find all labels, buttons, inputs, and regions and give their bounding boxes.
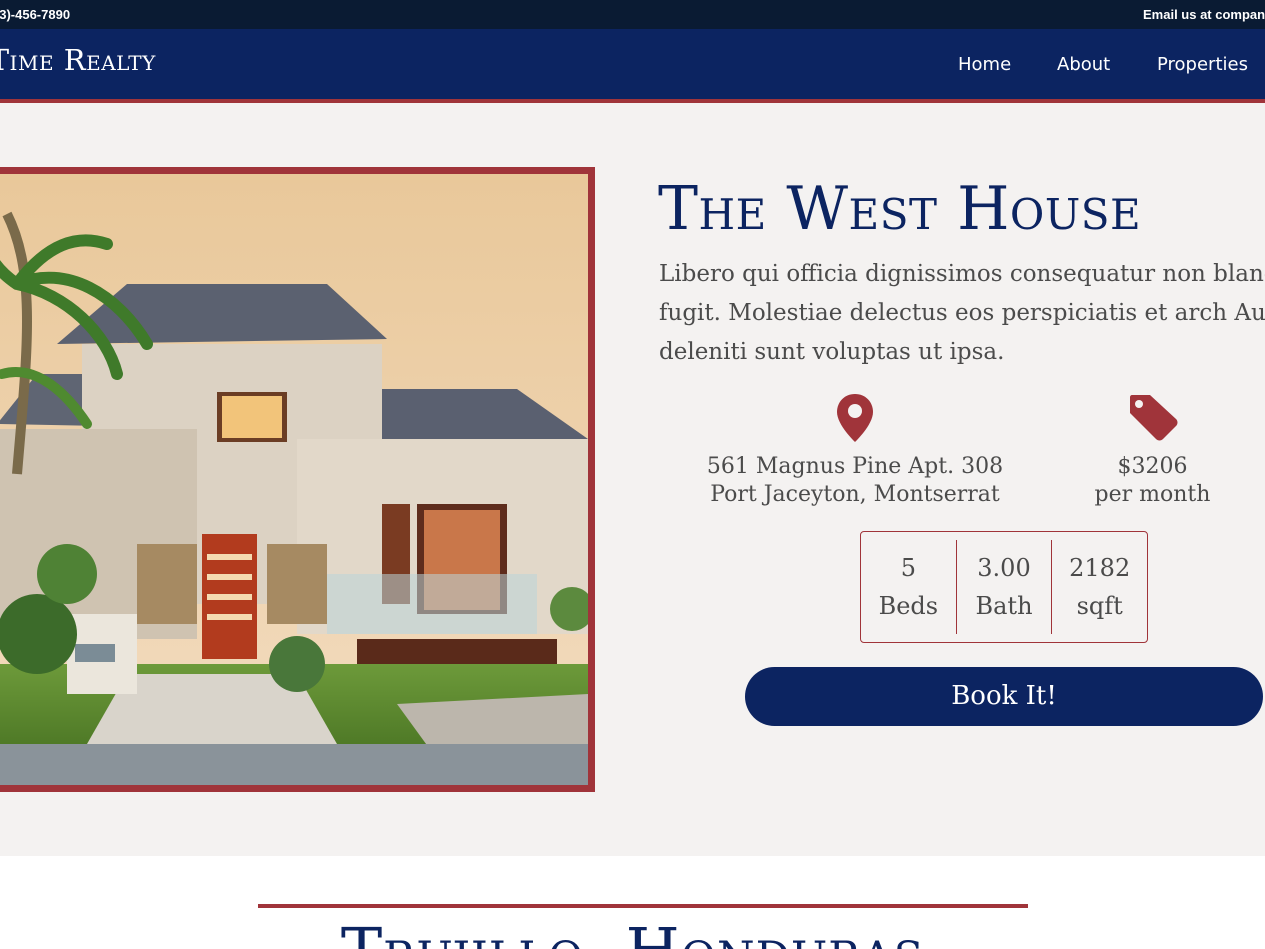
property-price: $3206 per month	[1060, 393, 1245, 509]
brand-logo-text[interactable]: n Time Realty	[0, 43, 156, 77]
book-it-button[interactable]: Book It!	[745, 667, 1263, 726]
property-hero: The West House Libero qui officia dignis…	[0, 103, 1265, 856]
address-line-2: Port Jaceyton, Montserrat	[710, 482, 1000, 507]
address-line-1: 561 Magnus Pine Apt. 308	[706, 454, 1004, 479]
nav-link-about[interactable]: About	[1057, 54, 1110, 75]
sqft-label: sqft	[1076, 592, 1123, 620]
email-link[interactable]: Email us at compan	[1143, 7, 1265, 22]
main-navbar: n Time Realty Home About Properties	[0, 29, 1265, 99]
property-title: The West House	[658, 174, 1142, 244]
property-description: Libero qui officia dignissimos consequat…	[659, 261, 1265, 365]
bath-value: 3.00	[977, 554, 1031, 582]
beds-stat: 5 Beds	[861, 549, 956, 625]
location-section: Trujillo, Honduras	[0, 856, 1265, 949]
sqft-stat: 2182 sqft	[1052, 549, 1147, 625]
sqft-value: 2182	[1069, 554, 1131, 582]
property-location: 561 Magnus Pine Apt. 308 Port Jaceyton, …	[700, 393, 1010, 509]
price-amount: $3206	[1117, 454, 1188, 479]
nav-link-properties[interactable]: Properties	[1157, 54, 1248, 75]
price-tag-icon	[1060, 393, 1245, 451]
beds-value: 5	[900, 554, 916, 582]
phone-number[interactable]: 23)-456-7890	[0, 7, 70, 22]
property-photo	[0, 167, 595, 792]
beds-label: Beds	[878, 592, 939, 620]
top-contact-bar: 23)-456-7890 Email us at compan	[0, 0, 1265, 29]
section-divider	[258, 904, 1028, 908]
nav-link-home[interactable]: Home	[958, 54, 1011, 75]
bath-stat: 3.00 Bath	[957, 549, 1052, 625]
price-period: per month	[1094, 482, 1211, 507]
location-heading: Trujillo, Honduras	[0, 914, 1265, 949]
map-pin-icon	[700, 393, 1010, 451]
property-stats-box: 5 Beds 3.00 Bath 2182 sqft	[860, 531, 1148, 643]
bath-label: Bath	[975, 592, 1033, 620]
